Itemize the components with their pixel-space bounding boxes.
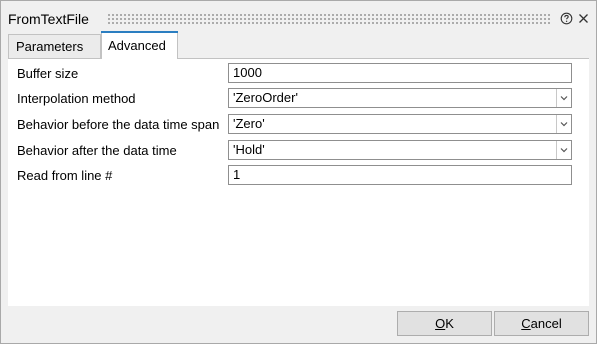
interpolation-method-label: Interpolation method <box>17 91 136 106</box>
buffer-size-input[interactable]: 1000 <box>228 63 572 83</box>
read-from-line-input[interactable]: 1 <box>228 165 572 185</box>
tab-active-indicator <box>101 31 178 33</box>
tab-parameters[interactable]: Parameters <box>8 34 101 58</box>
buffer-size-label: Buffer size <box>17 66 79 81</box>
buffer-size-value: 1000 <box>233 65 262 80</box>
cancel-mnemonic: C <box>521 316 531 331</box>
behavior-before-dropdown[interactable]: 'Zero' <box>228 114 572 134</box>
ok-label-rest: K <box>445 316 454 331</box>
dialog-window: FromTextFile Parameters Advanced Buffer … <box>0 0 597 344</box>
interpolation-method-dropdown[interactable]: 'ZeroOrder' <box>228 88 572 108</box>
tab-advanced-label: Advanced <box>108 38 166 53</box>
behavior-before-label: Behavior before the data time span <box>17 117 220 132</box>
help-icon[interactable] <box>560 12 573 25</box>
behavior-after-dropdown[interactable]: 'Hold' <box>228 140 572 160</box>
drag-grip[interactable] <box>107 13 552 24</box>
behavior-after-value: 'Hold' <box>233 142 265 157</box>
tab-advanced[interactable]: Advanced <box>101 31 178 59</box>
read-from-line-label: Read from line # <box>17 168 113 183</box>
read-from-line-value: 1 <box>233 167 241 182</box>
chevron-down-icon[interactable] <box>556 89 571 107</box>
window-title: FromTextFile <box>8 11 89 27</box>
tab-parameters-label: Parameters <box>16 39 84 54</box>
chevron-down-icon[interactable] <box>556 115 571 133</box>
close-icon[interactable] <box>577 12 590 25</box>
interpolation-method-value: 'ZeroOrder' <box>233 90 298 105</box>
behavior-before-value: 'Zero' <box>233 116 265 131</box>
ok-button[interactable]: OK <box>397 311 492 336</box>
behavior-after-label: Behavior after the data time <box>17 143 177 158</box>
cancel-button[interactable]: Cancel <box>494 311 589 336</box>
cancel-label-rest: ancel <box>530 316 562 331</box>
title-bar[interactable]: FromTextFile <box>1 1 596 31</box>
ok-mnemonic: O <box>435 316 446 331</box>
chevron-down-icon[interactable] <box>556 141 571 159</box>
